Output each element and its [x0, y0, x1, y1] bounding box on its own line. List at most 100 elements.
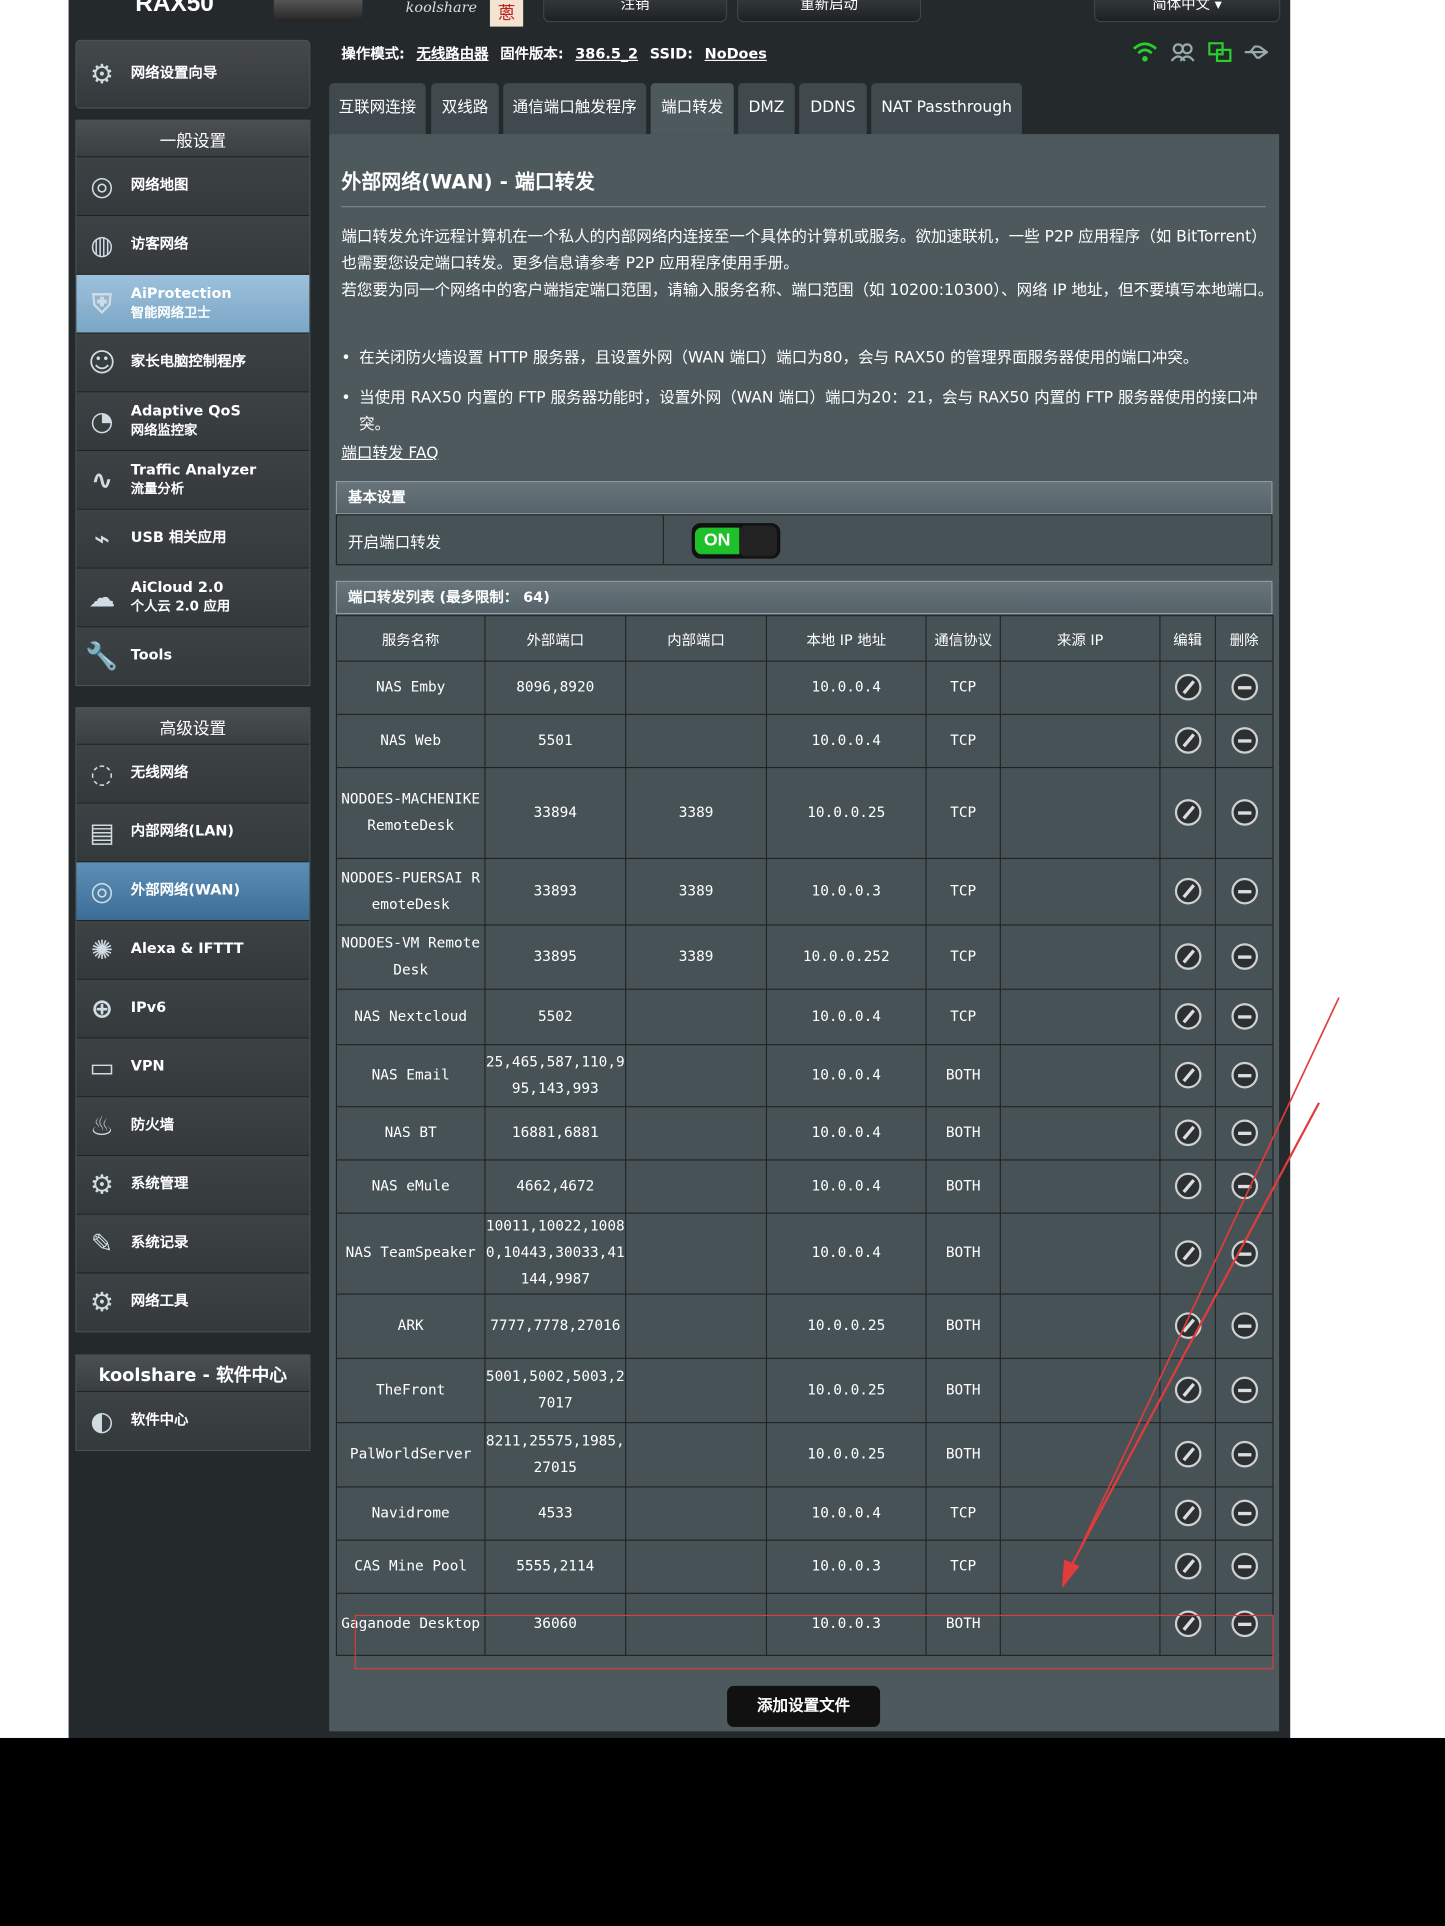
sidebar-item-aiprotection[interactable]: ⛨ AiProtection 智能网络卫士 [76, 274, 310, 334]
cell-external-port: 7777,7778,27016 [484, 1293, 627, 1359]
general-title: 一般设置 [76, 120, 310, 158]
sidebar-item-lan[interactable]: ▤ 内部网络(LAN) [76, 803, 310, 863]
globe-icon: ◎ [90, 170, 114, 202]
swirl-icon: ◐ [90, 1405, 114, 1437]
setup-wizard[interactable]: ⚙ 网络设置向导 [75, 39, 311, 109]
cell-edit [1159, 924, 1216, 990]
cell-external-port: 4533 [484, 1486, 627, 1541]
edit-icon[interactable] [1174, 943, 1201, 971]
edit-icon[interactable] [1174, 878, 1201, 905]
tab-internet[interactable]: 互联网连接 [329, 83, 426, 135]
cell-service-name: PalWorldServer [335, 1422, 486, 1488]
edit-icon[interactable] [1174, 799, 1201, 827]
sidebar-item-network-tools[interactable]: ⚙ 网络工具 [76, 1273, 310, 1332]
tab-nat-passthrough[interactable]: NAT Passthrough [871, 83, 1022, 135]
sidebar-item-adaptive-qos[interactable]: ◔ Adaptive QoS 网络监控家 [76, 392, 310, 452]
cell-service-name: NAS Email [335, 1044, 486, 1108]
cell-internal-port [625, 1212, 768, 1295]
row-divider [662, 515, 664, 565]
sidebar-item-system-log[interactable]: ✎ 系统记录 [76, 1214, 310, 1274]
cell-delete [1214, 713, 1274, 769]
sidebar-label: IPv6 [130, 999, 167, 1017]
cell-edit [1159, 767, 1216, 860]
sidebar-item-guest-network[interactable]: ◍ 访客网络 [76, 216, 310, 275]
faq-link[interactable]: 端口转发 FAQ [341, 441, 438, 463]
enable-row: 开启端口转发 ON [335, 514, 1273, 566]
cell-local-ip: 10.0.0.4 [765, 988, 927, 1046]
cell-external-port: 8211,25575,1985,27015 [484, 1422, 627, 1488]
tab-port-trigger[interactable]: 通信端口触发程序 [503, 83, 647, 135]
language-select[interactable]: 简体中文 ▾ [1093, 0, 1281, 23]
add-profile-button[interactable]: 添加设置文件 [727, 1685, 881, 1727]
cell-source-ip [999, 924, 1161, 990]
sidebar-label: 内部网络(LAN) [130, 823, 234, 841]
setup-wizard-item[interactable]: ⚙ 网络设置向导 [76, 41, 310, 108]
sidebar-item-tools[interactable]: 🔧 Tools [76, 627, 310, 685]
cell-internal-port: 3389 [625, 767, 768, 860]
usb-drive-icon: ⌁ [93, 523, 110, 555]
sidebar-item-wan[interactable]: ◎ 外部网络(WAN) [76, 862, 310, 922]
sidebar-item-wireless[interactable]: ◌ 无线网络 [76, 744, 310, 804]
lan-icon: ▤ [89, 816, 115, 848]
tab-port-forwarding[interactable]: 端口转发 [650, 83, 734, 135]
sidebar-label: VPN [130, 1058, 165, 1076]
note-2-text: 当使用 RAX50 内置的 FTP 服务器功能时，设置外网（WAN 端口）端口为… [359, 389, 1258, 434]
cell-local-ip: 10.0.0.3 [765, 857, 927, 926]
table-row: NODOES-VM RemoteDesk 33895 3389 10.0.0.252 T… [335, 924, 1274, 990]
wifi-icon[interactable] [1132, 42, 1157, 67]
sidebar-item-ipv6[interactable]: ⊕ IPv6 [76, 979, 310, 1039]
cell-internal-port [625, 1539, 768, 1594]
cell-protocol: TCP [925, 767, 1001, 860]
sidebar-item-vpn[interactable]: ▭ VPN [76, 1038, 310, 1098]
family-icon: ☺ [88, 346, 116, 378]
firmware-link[interactable]: 386.5_2 [575, 47, 638, 64]
tab-ddns[interactable]: DDNS [799, 83, 867, 135]
edit-icon[interactable] [1174, 674, 1201, 701]
clients-icon[interactable] [1170, 42, 1195, 67]
remove-icon[interactable] [1230, 799, 1258, 827]
description-2: 若您要为同一个网络中的客户端指定端口范围，请输入服务名称、端口范围（如 1020… [341, 281, 1274, 300]
mode-link[interactable]: 无线路由器 [416, 47, 488, 64]
tab-dual-wan[interactable]: 双线路 [431, 83, 499, 135]
cell-local-ip: 10.0.0.4 [765, 713, 927, 769]
remove-icon[interactable] [1230, 943, 1258, 971]
sidebar-sublabel: 个人云 2.0 应用 [130, 598, 231, 615]
ssid-label: SSID: [649, 46, 693, 64]
remove-icon[interactable] [1230, 878, 1258, 905]
cell-internal-port [625, 988, 768, 1046]
sidebar-item-traffic-analyzer[interactable]: ∿ Traffic Analyzer 流量分析 [76, 451, 310, 510]
cell-delete [1214, 767, 1274, 860]
sidebar-item-usb[interactable]: ⌁ USB 相关应用 [76, 509, 310, 569]
wizard-label: 网络设置向导 [130, 65, 218, 83]
cell-internal-port [625, 1044, 768, 1108]
col-local-ip: 本地 IP 地址 [765, 615, 927, 662]
cell-protocol: BOTH [925, 1106, 1001, 1161]
sidebar-label: 外部网络(WAN) [130, 882, 241, 899]
sidebar-item-administration[interactable]: ⚙ 系统管理 [76, 1156, 310, 1215]
sidebar-item-alexa[interactable]: ✺ Alexa & IFTTT [76, 921, 310, 980]
sidebar-item-parental-control[interactable]: ☺ 家长电脑控制程序 [76, 333, 310, 393]
cell-local-ip: 10.0.0.25 [765, 767, 927, 860]
sidebar-item-software-center[interactable]: ◐ 软件中心 [76, 1392, 310, 1450]
note-1: • 在关闭防火墙设置 HTTP 服务器，且设置外网（WAN 端口）端口为80，会与… [341, 345, 1274, 372]
sidebar-item-firewall[interactable]: ♨ 防火墙 [76, 1097, 310, 1157]
ipv6-icon: ⊕ [90, 993, 114, 1025]
tab-dmz[interactable]: DMZ [738, 83, 795, 135]
page-margin-left [0, 0, 69, 1738]
network-status-icon[interactable] [1208, 42, 1232, 67]
cell-service-name: TheFront [335, 1357, 486, 1424]
speedometer-icon: ◔ [90, 405, 114, 437]
cell-service-name: Navidrome [335, 1486, 486, 1541]
cell-service-name: NAS Nextcloud [335, 988, 486, 1046]
sidebar-item-network-map[interactable]: ◎ 网络地图 [76, 157, 310, 217]
ssid-link[interactable]: NoDoes [705, 47, 767, 64]
edit-icon[interactable] [1174, 727, 1201, 754]
reboot-button[interactable]: 重新启动 [737, 0, 922, 23]
usb-icon[interactable] [1244, 42, 1269, 67]
logout-button[interactable]: 注销 [543, 0, 728, 23]
remove-icon[interactable] [1230, 727, 1258, 754]
enable-toggle[interactable]: ON [691, 523, 781, 559]
sidebar-label: 系统记录 [130, 1234, 189, 1252]
remove-icon[interactable] [1230, 674, 1258, 701]
sidebar-item-aicloud[interactable]: ☁ AiCloud 2.0 个人云 2.0 应用 [76, 568, 310, 628]
